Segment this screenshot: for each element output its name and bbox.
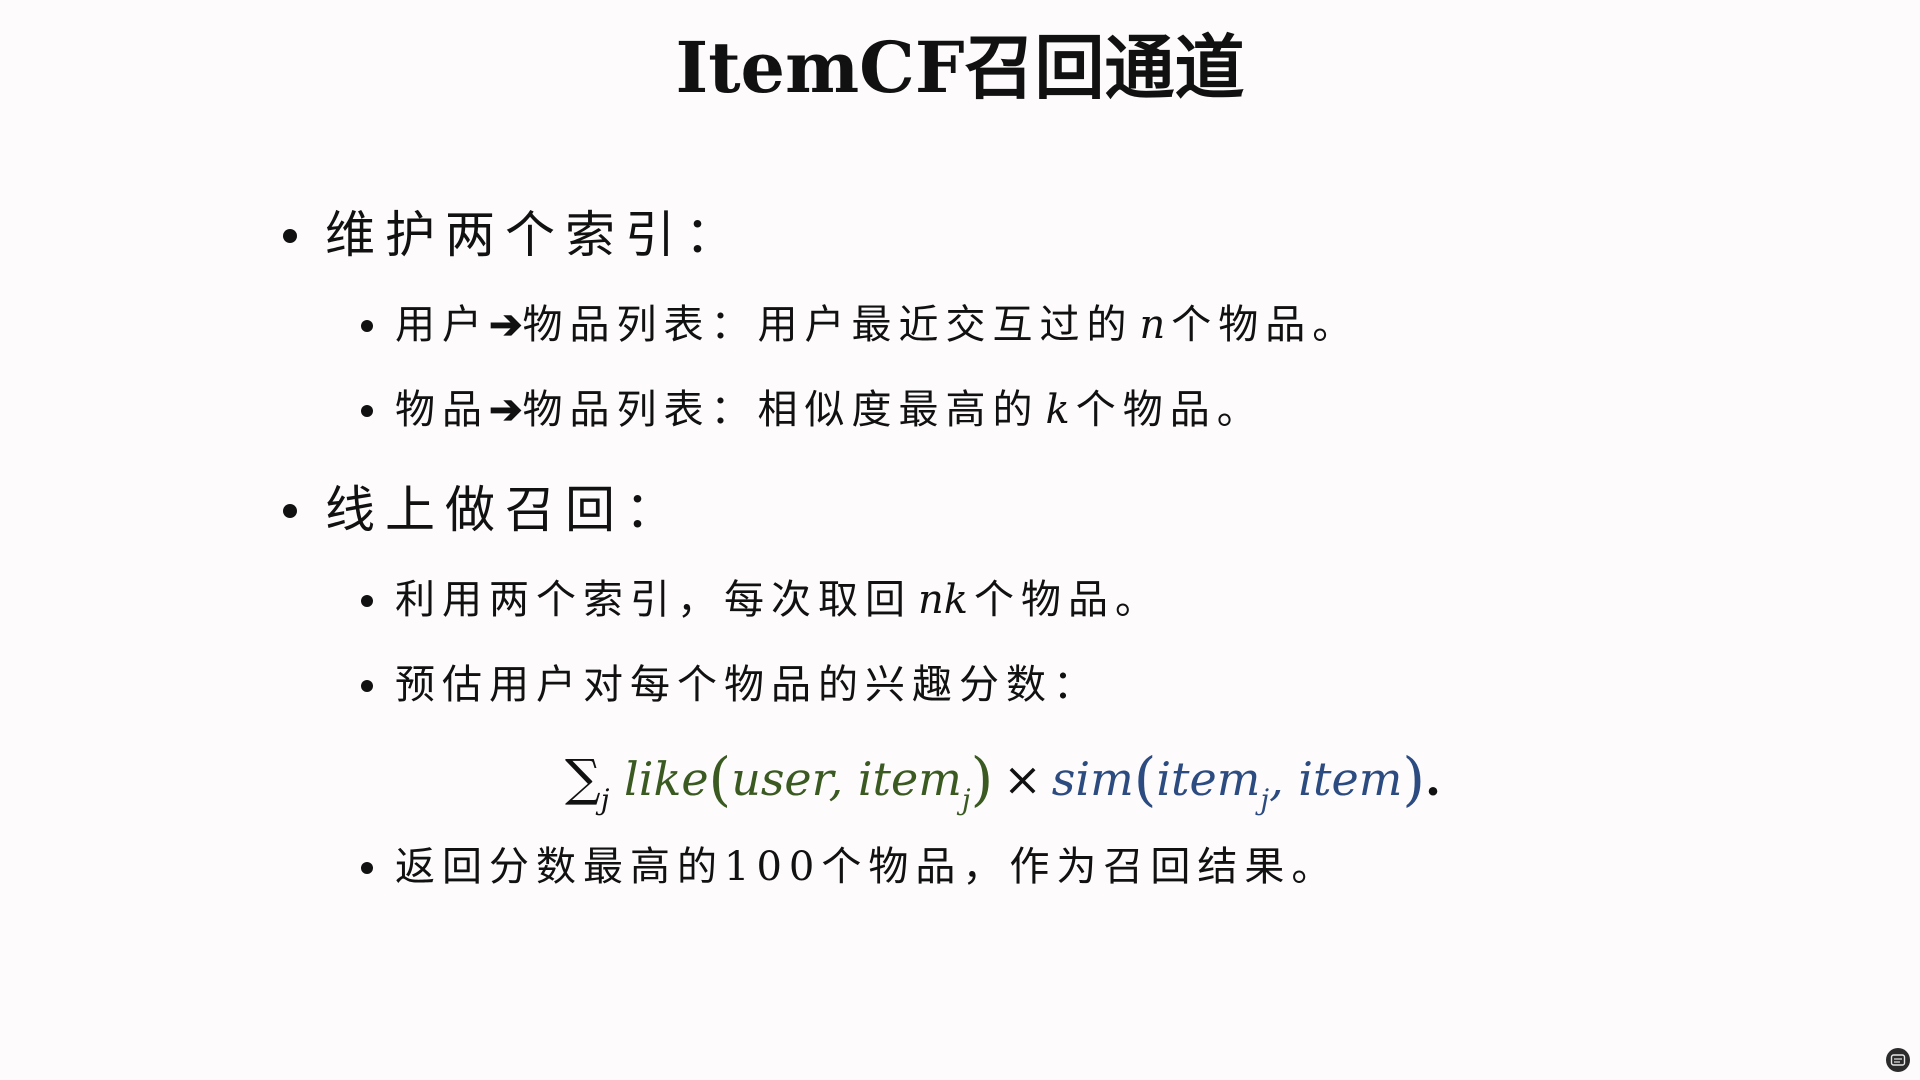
formula-period: . [1425, 752, 1442, 806]
section-heading-online-recall: 线上做召回： [283, 480, 685, 540]
sim-args-sub: j [1260, 783, 1270, 816]
bullet-icon [361, 595, 373, 607]
section-heading-text: 线上做召回： [325, 481, 685, 539]
bullet-icon [361, 320, 373, 332]
item-text-before: 利用两个索引，每次取回 [395, 577, 912, 623]
sim-open-paren: ( [1133, 745, 1157, 813]
item-text-tail: 个物品。 [1171, 302, 1360, 348]
item-text-tail: 个物品。 [1075, 387, 1264, 433]
item-text-after: 物品列表：用户最近交互过的 [522, 302, 1134, 348]
summation-symbol: ∑ [565, 749, 601, 807]
bullet-icon [361, 862, 373, 874]
caption-button[interactable] [1886, 1048, 1910, 1072]
bullet-icon [361, 405, 373, 417]
list-item-estimate-interest: 预估用户对每个物品的兴趣分数： [361, 660, 1100, 710]
item-text-before: 用户 [395, 302, 489, 348]
slide: ItemCF召回通道 维护两个索引： 用户➔物品列表：用户最近交互过的 n 个物品。… [0, 0, 1920, 1080]
like-args: user, item [731, 752, 962, 806]
bullet-icon [283, 229, 297, 243]
caption-icon [1890, 1054, 1906, 1066]
sim-args-b: , item [1269, 752, 1403, 806]
item-text-tail: 个物品。 [974, 577, 1162, 623]
like-args-sub: j [961, 783, 971, 816]
sim-args-a: item [1156, 752, 1261, 806]
like-function: like(user, itemj) [624, 749, 993, 816]
arrow-icon: ➔ [489, 301, 523, 348]
list-item-return-top-100: 返回分数最高的100个物品，作为召回结果。 [361, 842, 1339, 892]
sim-function-name: sim [1051, 752, 1134, 806]
section-heading-index: 维护两个索引： [283, 205, 745, 265]
sim-function: sim(itemj, item) [1051, 749, 1425, 816]
math-variable-k: k [1045, 387, 1070, 433]
list-item-user-to-item: 用户➔物品列表：用户最近交互过的 n 个物品。 [361, 300, 1360, 350]
like-close-paren: ) [970, 745, 994, 813]
times-symbol: × [1003, 752, 1042, 806]
like-open-paren: ( [708, 745, 732, 813]
bullet-icon [361, 680, 373, 692]
list-item-item-to-item: 物品➔物品列表：相似度最高的 k 个物品。 [361, 385, 1264, 435]
item-text-after: 物品列表：相似度最高的 [522, 387, 1040, 433]
summation-index: j [600, 783, 610, 816]
bullet-icon [283, 504, 297, 518]
item-text: 返回分数最高的100个物品，作为召回结果。 [395, 844, 1339, 890]
item-text-before: 物品 [395, 387, 489, 433]
item-text: 预估用户对每个物品的兴趣分数： [395, 662, 1100, 708]
list-item-retrieve-nk: 利用两个索引，每次取回 nk 个物品。 [361, 575, 1162, 625]
like-function-name: like [624, 752, 709, 806]
arrow-icon: ➔ [489, 386, 523, 433]
math-variable-n: n [1139, 302, 1166, 348]
sim-close-paren: ) [1402, 745, 1425, 813]
interest-score-formula: ∑j like(user, itemj) × sim(itemj, item). [565, 748, 1441, 830]
math-variable-nk: nk [918, 577, 968, 623]
slide-title: ItemCF召回通道 [675, 26, 1245, 109]
section-heading-text: 维护两个索引： [325, 206, 745, 264]
